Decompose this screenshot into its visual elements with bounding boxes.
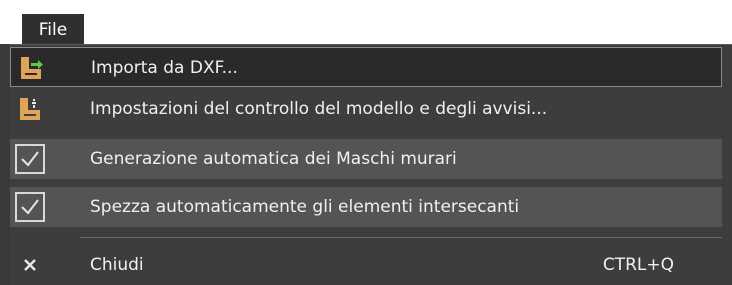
file-dropdown-menu: Importa da DXF... Impostazioni del contr… xyxy=(10,44,732,285)
menu-item-auto-generate-wall-piers[interactable]: Generazione automatica dei Maschi murari xyxy=(10,139,722,179)
menu-item-label: Importa da DXF... xyxy=(91,58,238,78)
close-icon xyxy=(14,249,46,281)
menu-item-label: Generazione automatica dei Maschi murari xyxy=(90,149,457,169)
check-icon xyxy=(14,191,46,223)
menu-item-label: Spezza automaticamente gli elementi inte… xyxy=(90,197,520,217)
menu-item-close[interactable]: Chiudi CTRL+Q xyxy=(10,245,722,285)
file-menu-tab[interactable]: File xyxy=(22,14,84,46)
menu-item-label: Chiudi xyxy=(90,255,144,275)
import-dxf-icon xyxy=(15,52,47,84)
menu-item-model-check-settings[interactable]: Impostazioni del controllo del modello e… xyxy=(10,89,722,129)
menu-bar xyxy=(0,0,732,44)
menu-item-import-dxf[interactable]: Importa da DXF... xyxy=(10,47,722,87)
menu-item-label: Impostazioni del controllo del modello e… xyxy=(90,99,548,119)
app-background xyxy=(0,44,10,285)
menu-item-auto-split-intersecting[interactable]: Spezza automaticamente gli elementi inte… xyxy=(10,187,722,227)
menu-separator xyxy=(80,237,722,238)
checkbox xyxy=(15,192,45,222)
keyboard-shortcut: CTRL+Q xyxy=(602,255,674,275)
model-check-settings-icon xyxy=(14,93,46,125)
checkbox xyxy=(15,144,45,174)
check-icon xyxy=(14,143,46,175)
